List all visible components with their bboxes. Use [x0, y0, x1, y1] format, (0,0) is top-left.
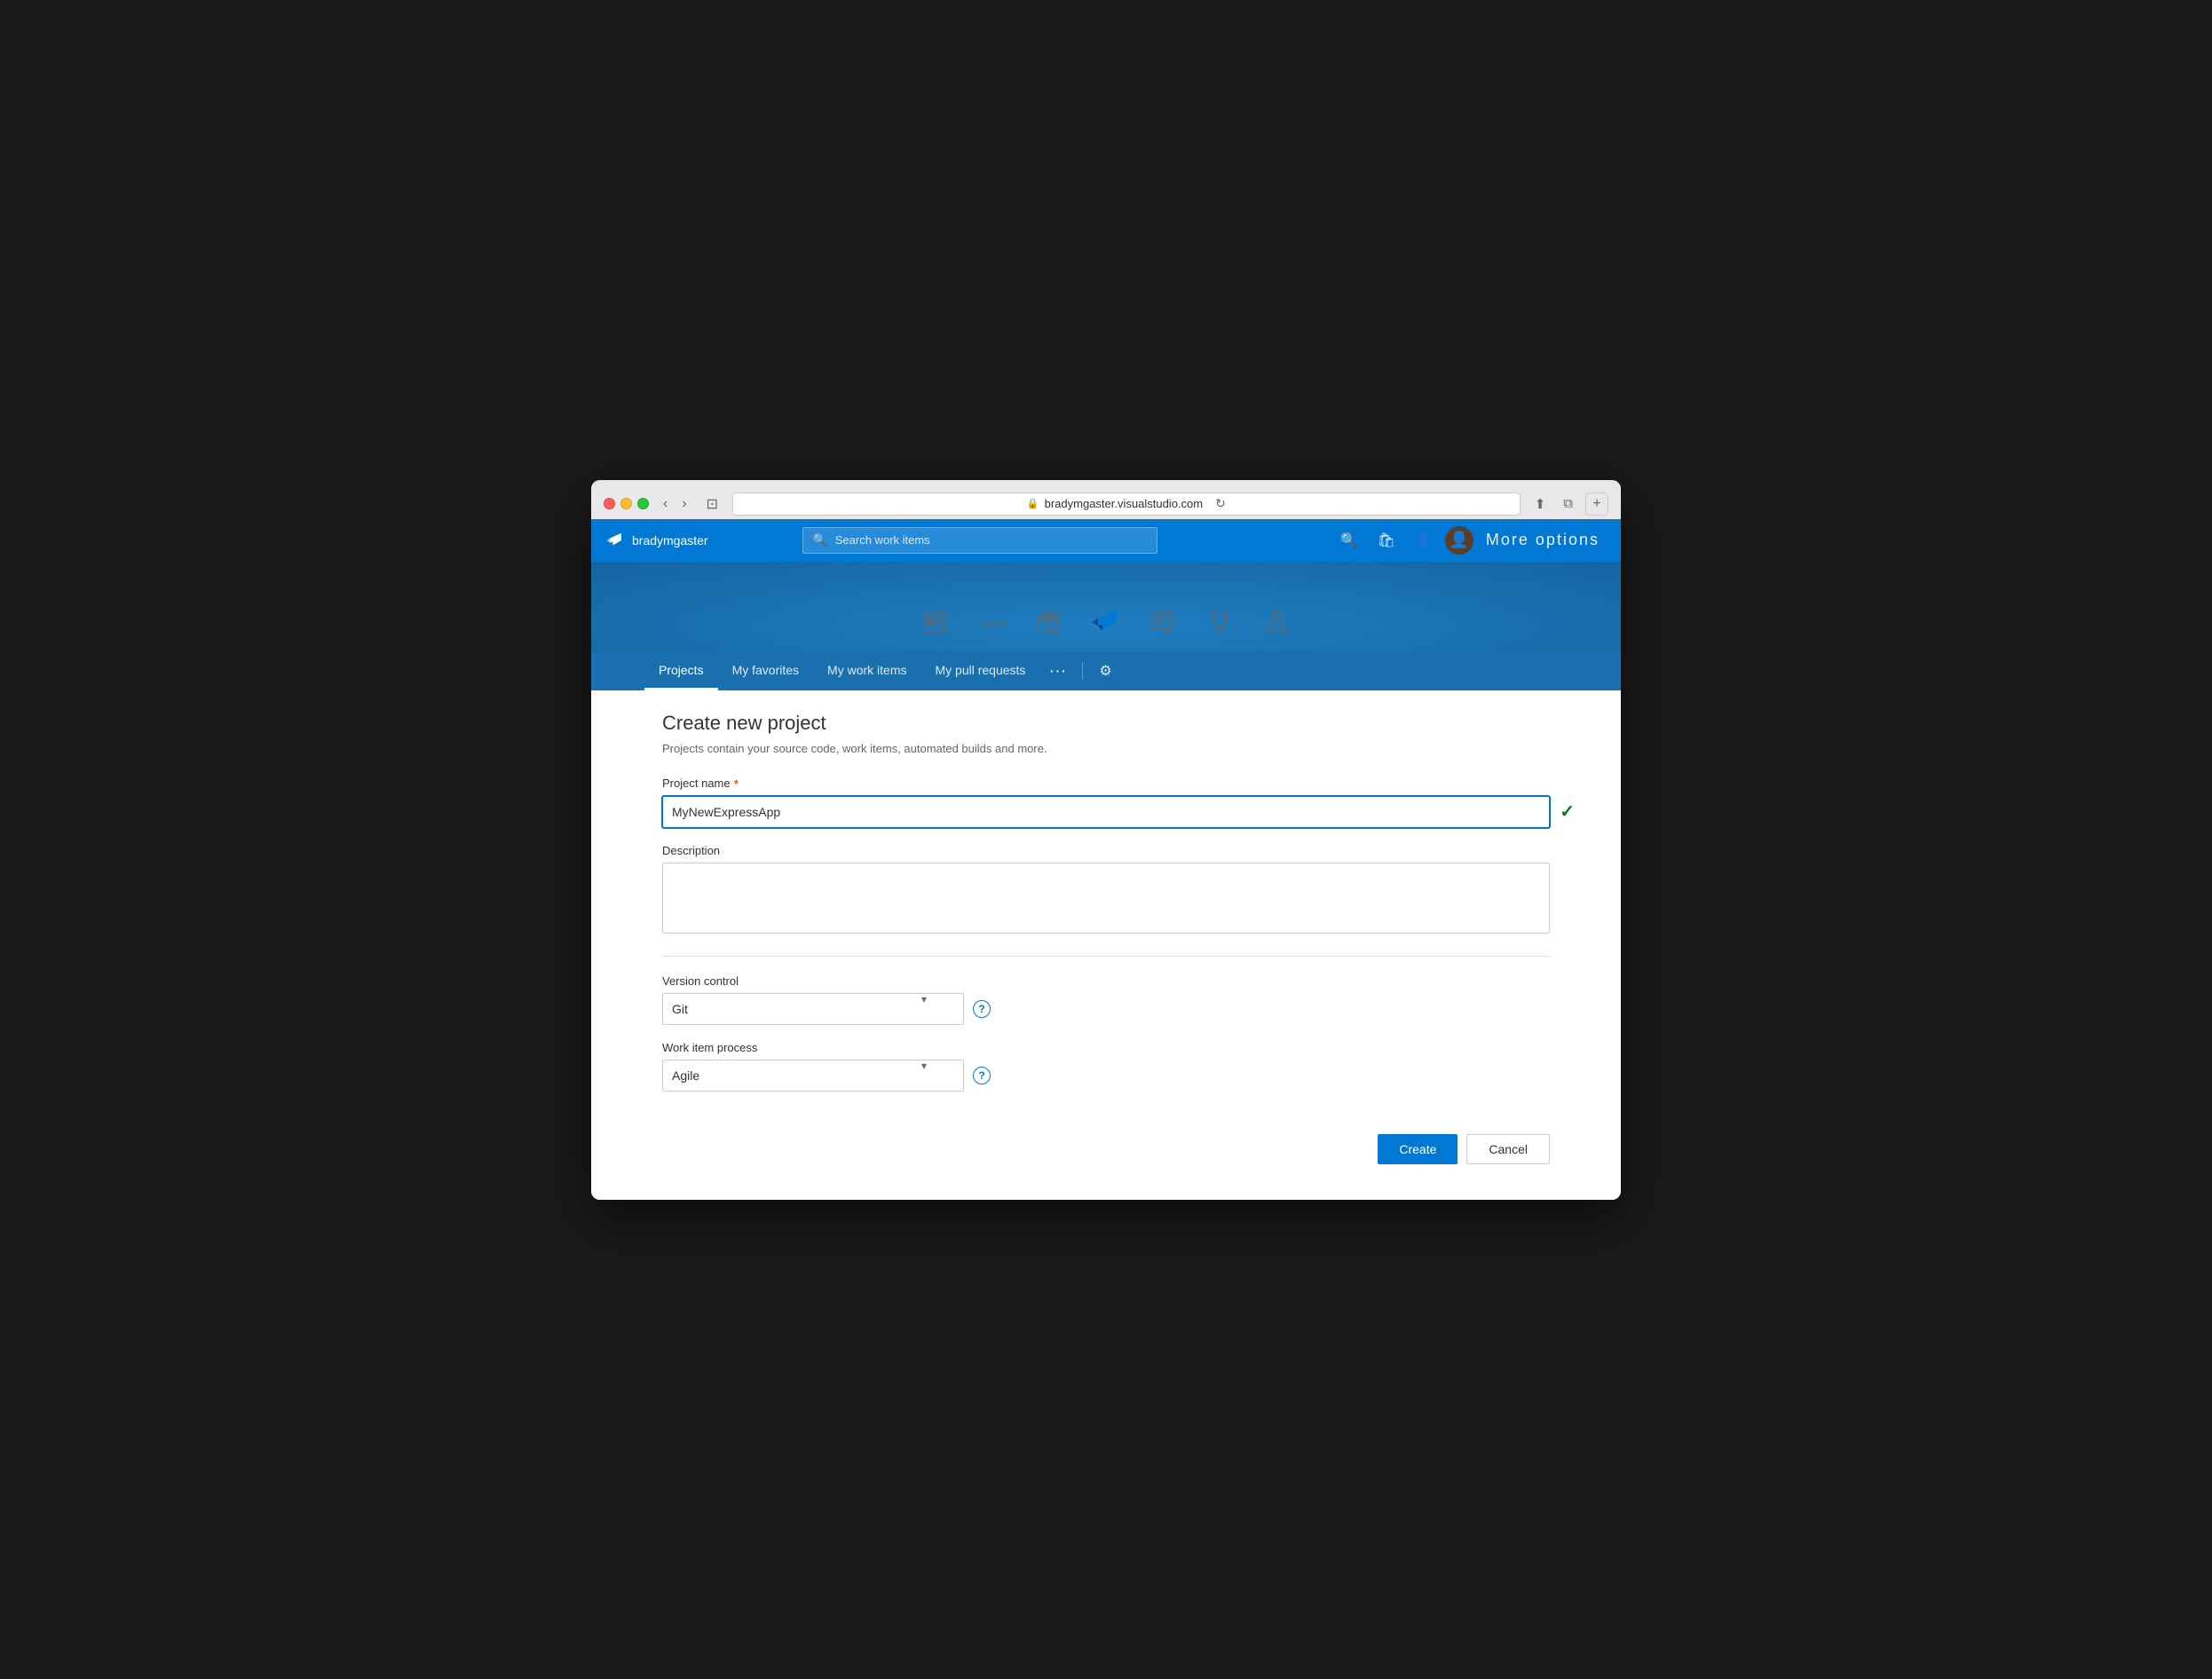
search-button[interactable]: 🔍 — [1333, 528, 1365, 553]
vsts-logo[interactable]: bradymgaster — [605, 531, 708, 550]
page-subtitle: Projects contain your source code, work … — [662, 742, 1550, 755]
version-control-select-wrapper: Git Team Foundation Version Control ▾ ? — [662, 993, 1550, 1025]
back-button[interactable]: ‹ — [658, 494, 673, 514]
project-name-label: Project name * — [662, 776, 1550, 791]
nav-buttons: ‹ › — [658, 494, 692, 514]
org-name-label: bradymgaster — [632, 533, 708, 548]
project-name-input-wrapper: ✓ — [662, 796, 1550, 828]
description-input[interactable] — [662, 863, 1550, 934]
form-divider — [662, 956, 1550, 957]
page-title: Create new project — [662, 712, 1550, 735]
required-indicator: * — [734, 776, 739, 791]
search-bar[interactable]: 🔍 Search work items — [802, 527, 1157, 554]
subnav-more-button[interactable]: ··· — [1039, 652, 1075, 690]
subnav-projects[interactable]: Projects — [644, 652, 718, 690]
traffic-lights — [604, 498, 649, 509]
project-name-input[interactable] — [662, 796, 1550, 828]
forward-button[interactable]: › — [676, 494, 691, 514]
sub-nav: Projects My favorites My work items My p… — [591, 652, 1621, 690]
more-options-button[interactable]: More options — [1479, 527, 1607, 553]
validation-check-icon: ✓ — [1560, 800, 1575, 823]
duplicate-button[interactable]: ⧉ — [1558, 494, 1578, 513]
work-item-process-select[interactable]: Agile Scrum CMMI — [662, 1060, 964, 1092]
version-control-help-icon[interactable]: ? — [973, 1000, 991, 1018]
share-button[interactable]: ⬆ — [1529, 494, 1552, 514]
subnav-settings-button[interactable]: ⚙ — [1090, 653, 1120, 689]
hero-section: </> — [591, 562, 1621, 690]
vsts-logo-icon — [605, 531, 625, 550]
basket-button[interactable]: 🛍 — [1371, 528, 1402, 553]
main-form-content: Create new project Projects contain your… — [591, 690, 1621, 1200]
work-item-process-label: Work item process — [662, 1041, 1550, 1054]
work-item-process-select-wrapper: Agile Scrum CMMI ▾ ? — [662, 1060, 1550, 1092]
address-bar[interactable]: 🔒 bradymgaster.visualstudio.com ↻ — [732, 493, 1521, 516]
notifications-button[interactable]: 👤 — [1408, 528, 1440, 553]
work-item-process-help-icon[interactable]: ? — [973, 1067, 991, 1084]
cancel-button[interactable]: Cancel — [1466, 1134, 1550, 1164]
browser-actions: ⬆ ⧉ + — [1529, 493, 1608, 516]
form-buttons-row: Create Cancel — [662, 1120, 1550, 1164]
subnav-pull-requests[interactable]: My pull requests — [921, 652, 1040, 690]
address-text: bradymgaster.visualstudio.com — [1045, 497, 1203, 510]
description-label: Description — [662, 844, 1550, 857]
minimize-button[interactable] — [620, 498, 632, 509]
browser-chrome: ‹ › ⊡ 🔒 bradymgaster.visualstudio.com ↻ … — [591, 480, 1621, 519]
top-nav-right: 🔍 🛍 👤 👤 More options — [1333, 526, 1607, 555]
subnav-favorites[interactable]: My favorites — [718, 652, 813, 690]
user-avatar[interactable]: 👤 — [1445, 526, 1473, 555]
subnav-divider — [1082, 662, 1083, 680]
lock-icon: 🔒 — [1027, 498, 1039, 509]
project-name-group: Project name * ✓ — [662, 776, 1550, 828]
app-content: bradymgaster 🔍 Search work items 🔍 🛍 👤 👤… — [591, 519, 1621, 1200]
version-control-group: Version control Git Team Foundation Vers… — [662, 974, 1550, 1025]
create-button[interactable]: Create — [1378, 1134, 1458, 1164]
browser-window: ‹ › ⊡ 🔒 bradymgaster.visualstudio.com ↻ … — [591, 480, 1621, 1200]
work-item-process-group: Work item process Agile Scrum CMMI ▾ ? — [662, 1041, 1550, 1092]
version-control-select[interactable]: Git Team Foundation Version Control — [662, 993, 964, 1025]
description-group: Description — [662, 844, 1550, 938]
version-control-label: Version control — [662, 974, 1550, 988]
top-nav: bradymgaster 🔍 Search work items 🔍 🛍 👤 👤… — [591, 519, 1621, 562]
subnav-work-items[interactable]: My work items — [813, 652, 920, 690]
new-tab-button[interactable]: + — [1585, 493, 1608, 516]
search-placeholder-text: Search work items — [835, 533, 930, 547]
search-icon: 🔍 — [812, 532, 827, 548]
close-button[interactable] — [604, 498, 615, 509]
sidebar-toggle-button[interactable]: ⊡ — [701, 493, 723, 515]
refresh-icon[interactable]: ↻ — [1215, 496, 1226, 511]
maximize-button[interactable] — [637, 498, 649, 509]
